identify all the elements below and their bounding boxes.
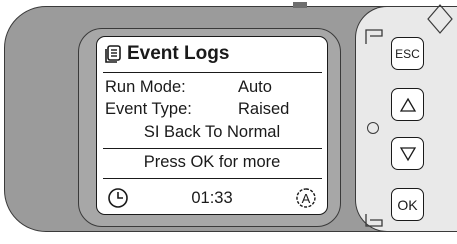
up-button[interactable] <box>391 88 424 121</box>
status-led <box>367 122 379 134</box>
event-type-label: Event Type: <box>105 100 192 118</box>
document-list-icon <box>105 45 121 63</box>
run-mode-label: Run Mode: <box>105 78 186 96</box>
clock-time: 01:33 <box>191 189 233 207</box>
ok-button-label: OK <box>397 196 418 213</box>
lcd-screen: Event Logs Run Mode: Auto Event Type: Ra… <box>96 36 328 215</box>
more-prompt: Press OK for more <box>143 153 281 171</box>
triangle-down-icon <box>399 146 416 161</box>
panel-bracket-mark <box>427 4 453 34</box>
run-mode-value: Auto <box>238 78 272 96</box>
status-bar: 01:33 A <box>97 187 327 211</box>
panel-corner-mark-bottom <box>365 214 383 227</box>
screen-title: Event Logs <box>127 43 230 64</box>
event-type-value: Raised <box>238 100 290 118</box>
auto-mode-icon: A <box>296 188 316 208</box>
footer-divider <box>103 178 322 179</box>
panel-corner-mark-top <box>365 29 383 44</box>
event-message: SI Back To Normal <box>143 123 281 141</box>
esc-button-label: ESC <box>395 46 420 61</box>
ok-button[interactable]: OK <box>391 188 424 221</box>
esc-button[interactable]: ESC <box>391 37 424 70</box>
run-mode-row: Run Mode: Auto <box>97 78 327 98</box>
housing-tab <box>293 2 307 8</box>
header-divider <box>103 72 322 73</box>
event-type-row: Event Type: Raised <box>97 100 327 120</box>
screen-header: Event Logs <box>103 42 229 66</box>
auto-mode-letter: A <box>302 191 311 206</box>
triangle-up-icon <box>399 97 416 112</box>
message-divider <box>103 148 322 149</box>
down-button[interactable] <box>391 137 424 170</box>
